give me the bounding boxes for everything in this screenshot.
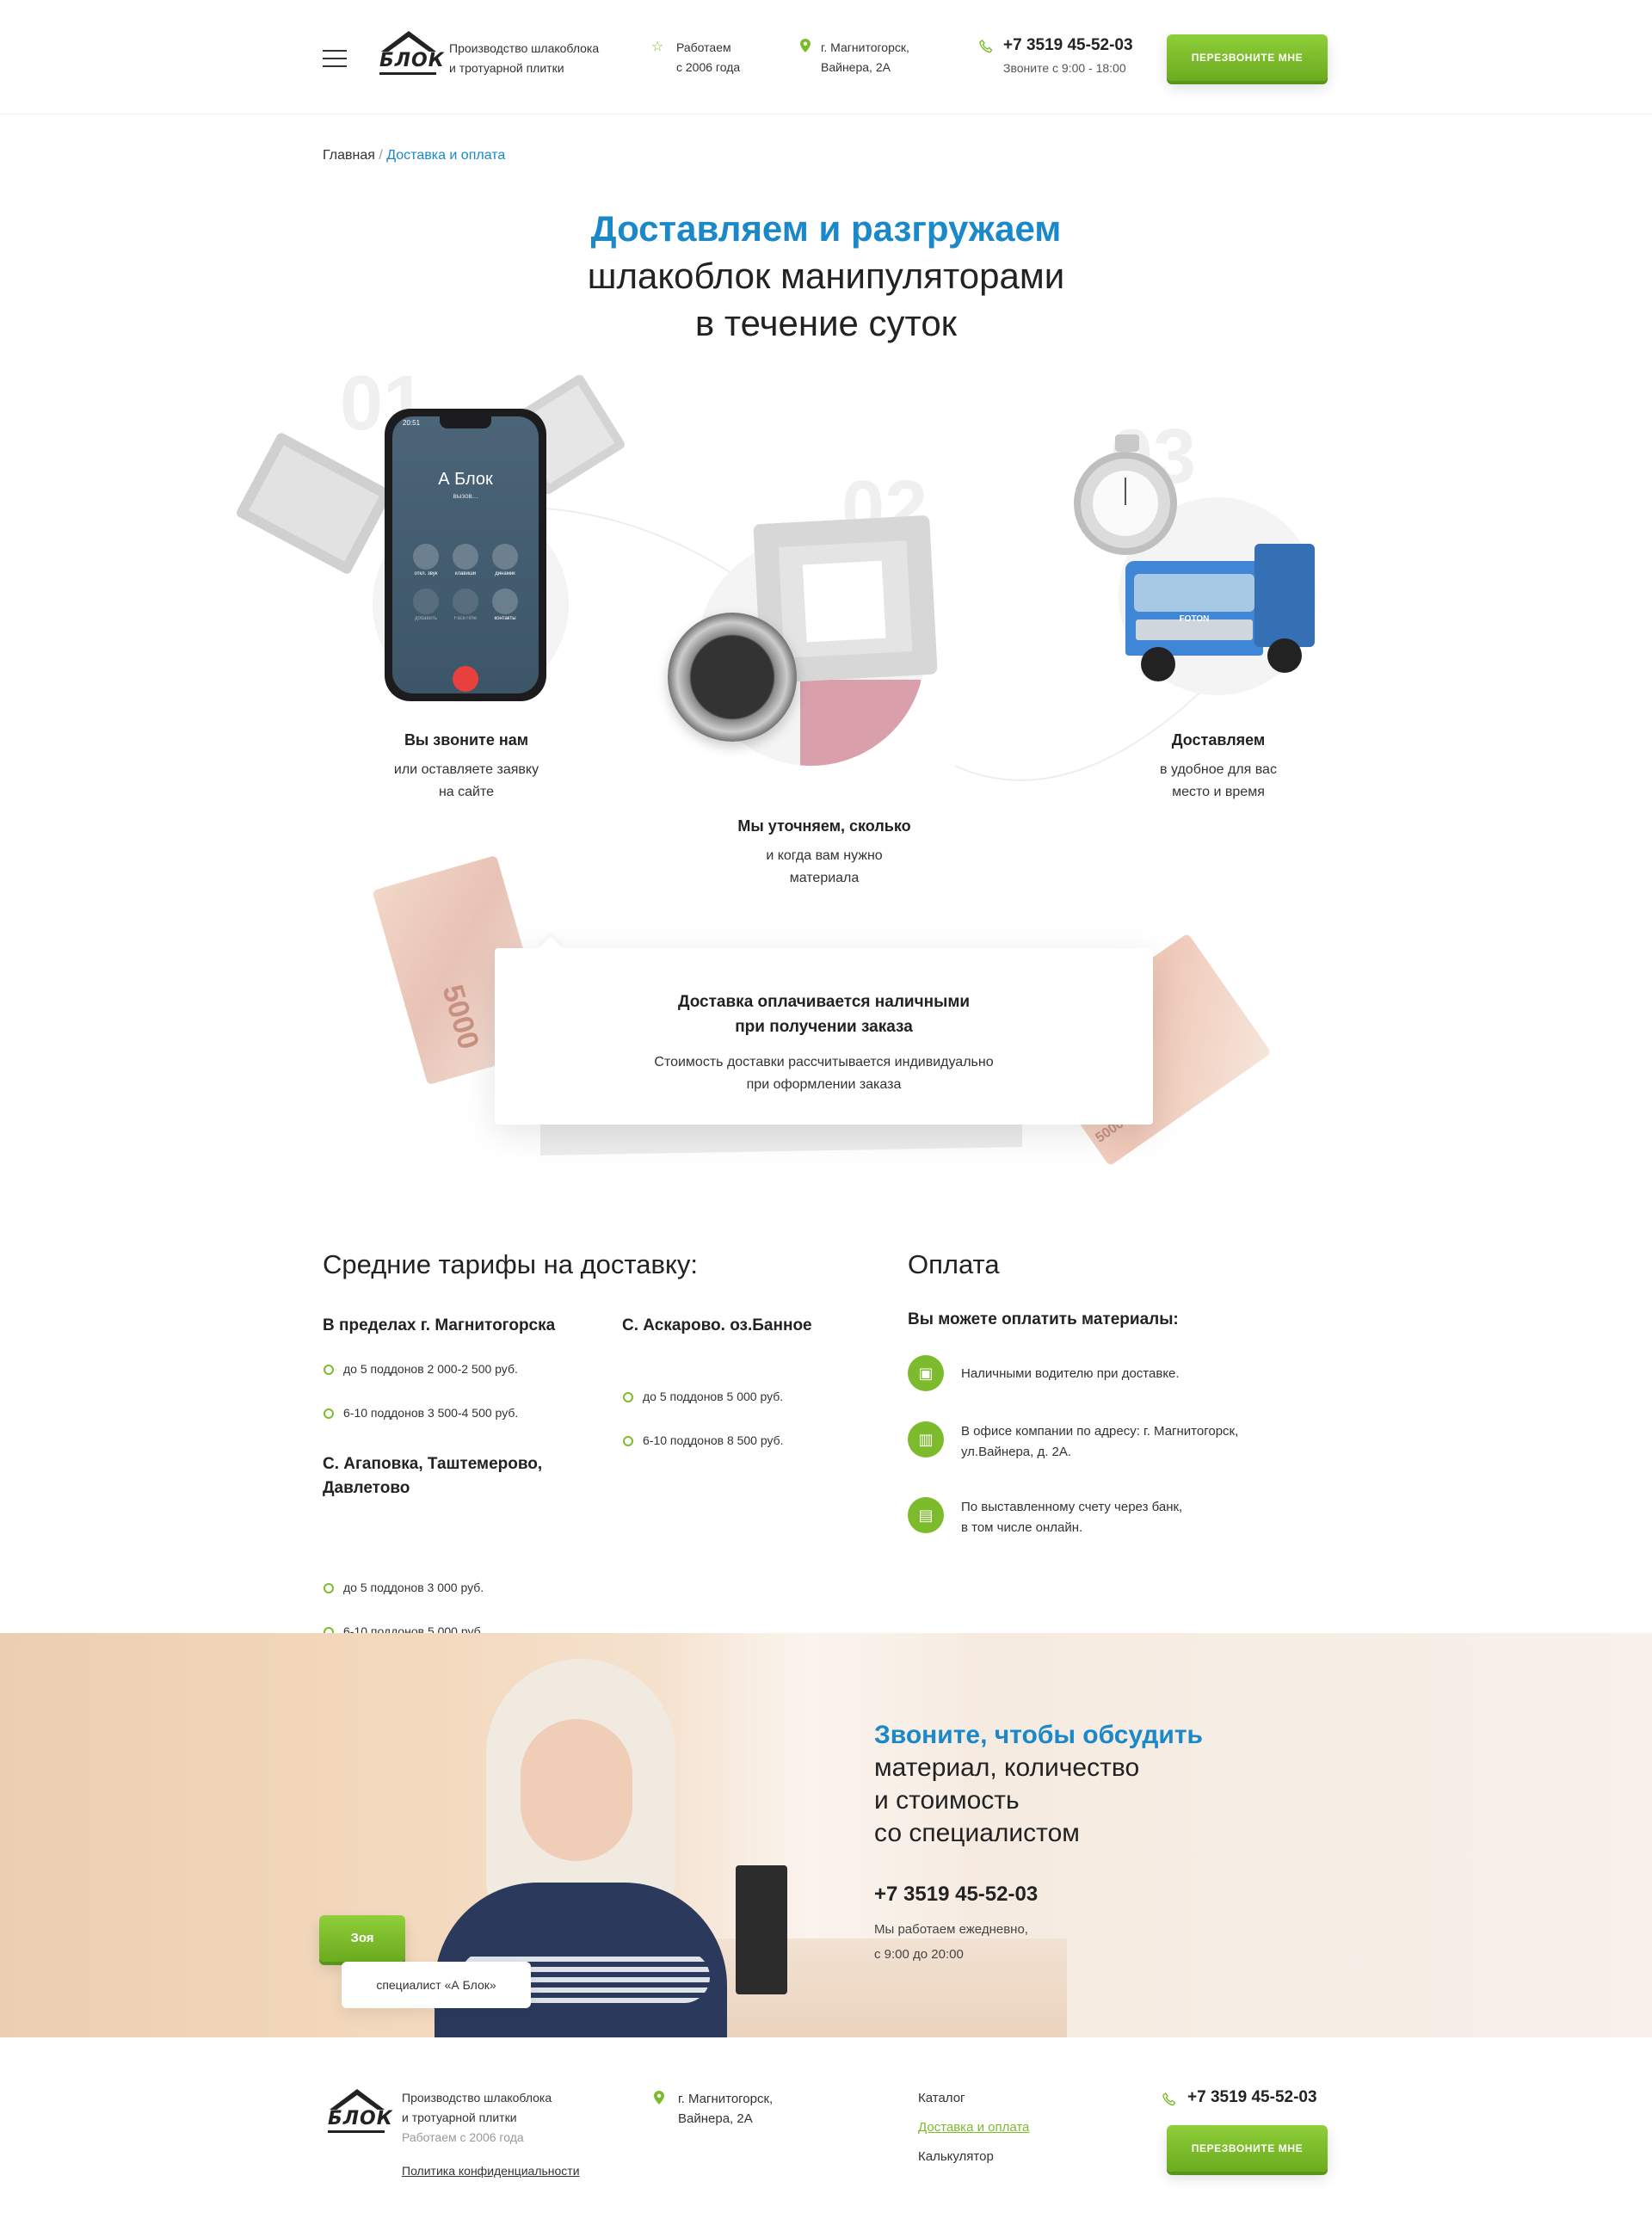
privacy-policy-link[interactable]: Политика конфиденциальности [402,2161,580,2181]
banknote-value: 5000 [435,981,485,1053]
phone-btn-label: контакты [494,616,516,621]
phone-icon [1162,2092,1176,2111]
payment-note: Доставка оплачивается наличными при полу… [495,935,1153,1125]
tariff-item: до 5 поддонов 5 000 руб. [622,1390,1652,1403]
phone-icon [979,40,993,58]
note-title: Доставка оплачивается наличными [677,993,971,1011]
step-text: и когда вам нужно материала [766,848,883,885]
phone-btn-label: динамик [495,571,515,576]
payment-subheading: Вы можете оплатить материалы: [908,1310,1179,1328]
header-since: Работаем с 2006 года [676,40,741,74]
breadcrumb-current: Доставка и оплата [386,148,506,163]
zone-title: С. Агаповка, Таштемерово, Давлетово [323,1455,543,1497]
footer-nav-delivery[interactable]: Доставка и оплата [918,2120,1029,2135]
logo[interactable]: БЛОК [376,31,444,83]
menu-icon[interactable] [323,50,347,67]
office-icon: ▥ [908,1421,944,1458]
wristwatch-image [668,613,797,742]
note-text: Стоимость доставки рассчитывается индиви… [654,1055,994,1069]
truck-brand: FOTON [1179,614,1210,624]
breadcrumb: Главная / Доставка и оплата [323,148,505,163]
step-title: Мы уточняем, сколько [737,817,911,835]
specialist-role: специалист «А Блок» [342,1962,531,2008]
footer-callback-button[interactable]: Перезвоните мне [1167,2125,1328,2172]
cta-hours: Мы работаем ежедневно, с 9:00 до 20:00 [874,1922,1028,1962]
payment-method: Наличными водителю при доставке. [961,1366,1180,1381]
paving-tile-image [800,680,921,766]
note-text: при оформлении заказа [746,1077,902,1092]
phone-call-status: вызов... [453,492,478,500]
cta-phone[interactable]: +7 3519 45-52-03 [874,1883,1038,1907]
header-tagline: Производство шлакоблока и тротуарной пли… [449,41,600,75]
card-icon: ▤ [908,1497,944,1533]
tariff-item: 6-10 поддонов 3 500-4 500 руб. [323,1406,1652,1420]
logo-word: БЛОК [328,2108,392,2133]
footer-phone[interactable]: +7 3519 45-52-03 [1187,2088,1317,2107]
breadcrumb-home[interactable]: Главная [323,148,375,163]
phone-caller-name: А Блок [438,470,493,489]
payment-method: По выставленному счету через банк, в том… [961,1500,1183,1535]
step-title: Доставляем [1171,731,1266,749]
note-title: при получении заказа [735,1018,913,1036]
breadcrumb-separator: / [379,148,383,163]
page-title: Доставляем и разгружаем шлакоблок манипу… [587,208,1065,343]
footer-tagline: Производство шлакоблока и тротуарной пли… [402,2091,552,2144]
payment-heading: Оплата [908,1249,1000,1279]
logo-word: БЛОК [379,50,444,75]
footer-logo[interactable]: БЛОК [324,2089,392,2141]
cta-title: Звоните, чтобы обсудить материал, количе… [874,1721,1204,1847]
tariffs-heading: Средние тарифы на доставку: [323,1249,698,1279]
cta-banner [0,1633,1652,2037]
location-pin-icon [654,2091,664,2109]
footer-nav-calculator[interactable]: Калькулятор [918,2149,994,2164]
step-text: в удобное для вас место и время [1160,762,1277,799]
footer-nav-catalog[interactable]: Каталог [918,2091,965,2105]
specialist-name-badge: Зоя [319,1915,405,1962]
star-icon: ☆ [651,40,664,54]
stopwatch-image [1074,434,1181,572]
tariff-item: до 5 поддонов 3 000 руб. [323,1581,1652,1594]
phone-btn-label: клавиши [454,571,477,576]
zone-title: В пределах г. Магнитогорска [323,1316,556,1334]
phone-btn-label: FaceTime [453,616,478,621]
header-phone[interactable]: +7 3519 45-52-03 [1003,36,1133,55]
phone-btn-label: добавить [415,616,437,621]
footer-address: г. Магнитогорск, Вайнера, 2А [678,2092,774,2126]
wallet-icon: ▣ [908,1355,944,1391]
step-text: или оставляете заявку на сайте [393,762,539,799]
zone-title: С. Аскарово. оз.Банное [622,1316,812,1334]
callback-button[interactable]: Перезвоните мне [1167,34,1328,81]
phone-time: 20:51 [403,419,421,427]
location-pin-icon [800,39,811,57]
hang-up-icon [453,666,478,692]
smartphone-image: 20:51 А Блок вызов... откл. звук клавиши… [385,409,546,701]
payment-method: В офисе компании по адресу: г. Магнитого… [961,1424,1239,1459]
phone-btn-label: откл. звук [414,571,438,576]
header-address: г. Магнитогорск, Вайнера, 2А [821,40,909,74]
step-title: Вы звоните нам [404,731,529,749]
header-hours: Звоните с 9:00 - 18:00 [1003,61,1126,75]
